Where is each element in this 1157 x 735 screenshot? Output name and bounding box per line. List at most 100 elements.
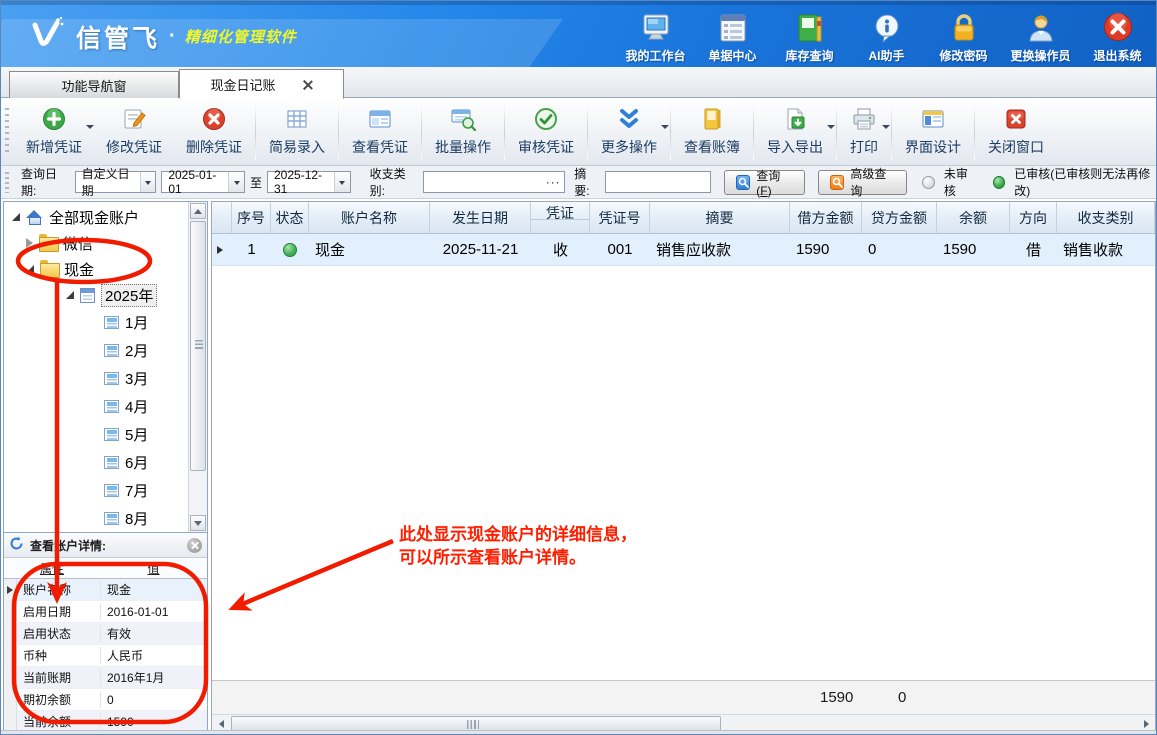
dropdown-caret-icon xyxy=(86,125,94,133)
tree-node-all-accounts[interactable]: 全部现金账户 xyxy=(4,204,188,230)
toolbar-more-operations-button[interactable]: 更多操作 xyxy=(589,101,669,163)
account-tree-panel: 全部现金账户 微信 现金 2025年 1月 xyxy=(3,201,208,732)
brand-separator: · xyxy=(169,25,176,48)
unaudited-radio[interactable] xyxy=(922,176,934,189)
advanced-query-button[interactable]: 高级查询 xyxy=(818,170,907,195)
col-balance[interactable]: 余额 xyxy=(937,202,1010,233)
tab-close-icon[interactable] xyxy=(302,79,313,90)
brand-name: 信管飞 xyxy=(76,19,160,55)
close-icon[interactable] xyxy=(187,538,202,553)
view-voucher-icon xyxy=(368,106,392,132)
col-date[interactable]: 发生日期 xyxy=(430,202,531,233)
date-to-select[interactable]: 2025-12-31 xyxy=(267,171,351,193)
toolbar-import-export-button[interactable]: 导入导出 xyxy=(755,101,835,163)
toolbar-audit-voucher-button[interactable]: 审核凭证 xyxy=(506,101,586,163)
tree-node-month[interactable]: 4月 xyxy=(4,392,188,420)
date-mode-select[interactable]: 自定义日期 xyxy=(75,171,157,193)
header-action-ai-assistant[interactable]: AI助手 xyxy=(848,11,925,64)
detail-row[interactable]: 期初余额 0 xyxy=(4,689,207,711)
toolbar-batch-operation-button[interactable]: 批量操作 xyxy=(423,101,503,163)
date-from-select[interactable]: 2025-01-01 xyxy=(161,171,245,193)
close-window-icon xyxy=(1004,106,1028,132)
toolbar-edit-voucher-button[interactable]: 修改凭证 xyxy=(94,101,174,163)
journal-row[interactable]: 1 现金 2025-11-21 收 001 销售应收款 1590 0 1590 … xyxy=(212,234,1155,266)
header-action-change-password[interactable]: 修改密码 xyxy=(925,11,1002,64)
scroll-up-button[interactable] xyxy=(190,203,206,219)
collapse-toggle-icon[interactable] xyxy=(26,238,33,248)
current-row-icon xyxy=(217,246,223,254)
toolbar-view-ledger-button[interactable]: 查看账簿 xyxy=(672,101,752,163)
col-voucher-no[interactable]: 凭证号 xyxy=(590,202,650,233)
tree-node-month[interactable]: 1月 xyxy=(4,308,188,336)
tree-node-month[interactable]: 5月 xyxy=(4,420,188,448)
filterbar-grip-handle[interactable] xyxy=(5,172,9,193)
col-credit[interactable]: 贷方金额 xyxy=(862,202,937,233)
col-voucher-type[interactable]: 凭证 xyxy=(531,202,590,233)
col-category[interactable]: 收支类别 xyxy=(1057,202,1155,233)
expand-toggle-icon[interactable] xyxy=(12,213,20,221)
tree-vertical-scrollbar[interactable] xyxy=(188,202,207,532)
toolbar-close-window-button[interactable]: 关闭窗口 xyxy=(976,101,1056,163)
detail-row[interactable]: 账户名称 现金 xyxy=(4,579,207,601)
tree-node-cash[interactable]: 现金 xyxy=(4,256,188,282)
tree-node-month[interactable]: 2月 xyxy=(4,336,188,364)
toolbar-delete-voucher-button[interactable]: 删除凭证 xyxy=(174,101,254,163)
detail-row[interactable]: 币种 人民币 xyxy=(4,645,207,667)
month-sheet-icon xyxy=(104,400,119,413)
category-picker-button[interactable]: ··· xyxy=(543,173,563,191)
col-direction[interactable]: 方向 xyxy=(1010,202,1057,233)
scrollbar-thumb[interactable] xyxy=(231,716,721,731)
tab-label: 现金日记账 xyxy=(210,75,275,94)
header-action-exit-system[interactable]: 退出系统 xyxy=(1079,11,1156,64)
header-action-inventory-query[interactable]: 库存查询 xyxy=(771,11,848,64)
scrollbar-thumb[interactable] xyxy=(190,221,206,471)
tree-node-wechat[interactable]: 微信 xyxy=(4,230,188,256)
detail-row[interactable]: 当前账期 2016年1月 xyxy=(4,667,207,689)
summary-input[interactable] xyxy=(605,171,711,193)
tab-cash-journal[interactable]: 现金日记账 xyxy=(179,69,344,99)
tab-strip: 功能导航窗 现金日记账 xyxy=(1,67,1157,98)
toolbar-simple-entry-button[interactable]: 简易录入 xyxy=(257,101,337,163)
header-action-workbench[interactable]: 我的工作台 xyxy=(617,11,694,64)
audited-radio[interactable] xyxy=(993,176,1005,189)
tree-node-month[interactable]: 7月 xyxy=(4,476,188,504)
refresh-icon[interactable] xyxy=(9,536,24,554)
grid-horizontal-scrollbar[interactable] xyxy=(212,714,1155,731)
col-account[interactable]: 账户名称 xyxy=(309,202,430,233)
toolbar-separator xyxy=(504,104,505,160)
tab-function-nav[interactable]: 功能导航窗 xyxy=(9,71,179,98)
ai-assistant-icon xyxy=(872,11,902,43)
toolbar-view-voucher-button[interactable]: 查看凭证 xyxy=(340,101,420,163)
category-input[interactable]: ··· xyxy=(423,171,565,193)
header-action-switch-operator[interactable]: 更换操作员 xyxy=(1002,11,1079,64)
tree-node-year-2025[interactable]: 2025年 xyxy=(4,282,188,308)
col-seq[interactable]: 序号 xyxy=(232,202,271,233)
monitor-icon xyxy=(641,11,671,43)
tab-label: 功能导航窗 xyxy=(61,76,126,95)
col-summary[interactable]: 摘要 xyxy=(650,202,790,233)
month-sheet-icon xyxy=(104,428,119,441)
detail-row[interactable]: 启用日期 2016-01-01 xyxy=(4,601,207,623)
query-button[interactable]: 查询(F) xyxy=(724,170,805,195)
scroll-right-button[interactable] xyxy=(1139,716,1154,731)
toolbar-grip-handle[interactable] xyxy=(5,108,9,156)
header-action-label: AI助手 xyxy=(868,47,904,64)
col-debit[interactable]: 借方金额 xyxy=(790,202,862,233)
toolbar-ui-design-button[interactable]: 界面设计 xyxy=(893,101,973,163)
detail-row[interactable]: 启用状态 有效 xyxy=(4,623,207,645)
double-chevron-down-icon xyxy=(617,106,641,132)
tree-node-month[interactable]: 8月 xyxy=(4,504,188,532)
header-action-document-center[interactable]: 单据中心 xyxy=(694,11,771,64)
expand-toggle-icon[interactable] xyxy=(26,265,34,273)
toolbar-add-voucher-button[interactable]: 新增凭证 xyxy=(14,101,94,163)
scroll-down-button[interactable] xyxy=(190,515,206,531)
search-icon xyxy=(830,175,844,190)
expand-toggle-icon[interactable] xyxy=(66,291,74,299)
col-status[interactable]: 状态 xyxy=(271,202,309,233)
scroll-left-button[interactable] xyxy=(213,716,228,731)
tree-node-month[interactable]: 3月 xyxy=(4,364,188,392)
toolbar-print-button[interactable]: 打印 xyxy=(838,101,890,163)
toolbar-separator xyxy=(891,104,892,160)
tree-node-month[interactable]: 6月 xyxy=(4,448,188,476)
printer-icon xyxy=(852,106,876,132)
